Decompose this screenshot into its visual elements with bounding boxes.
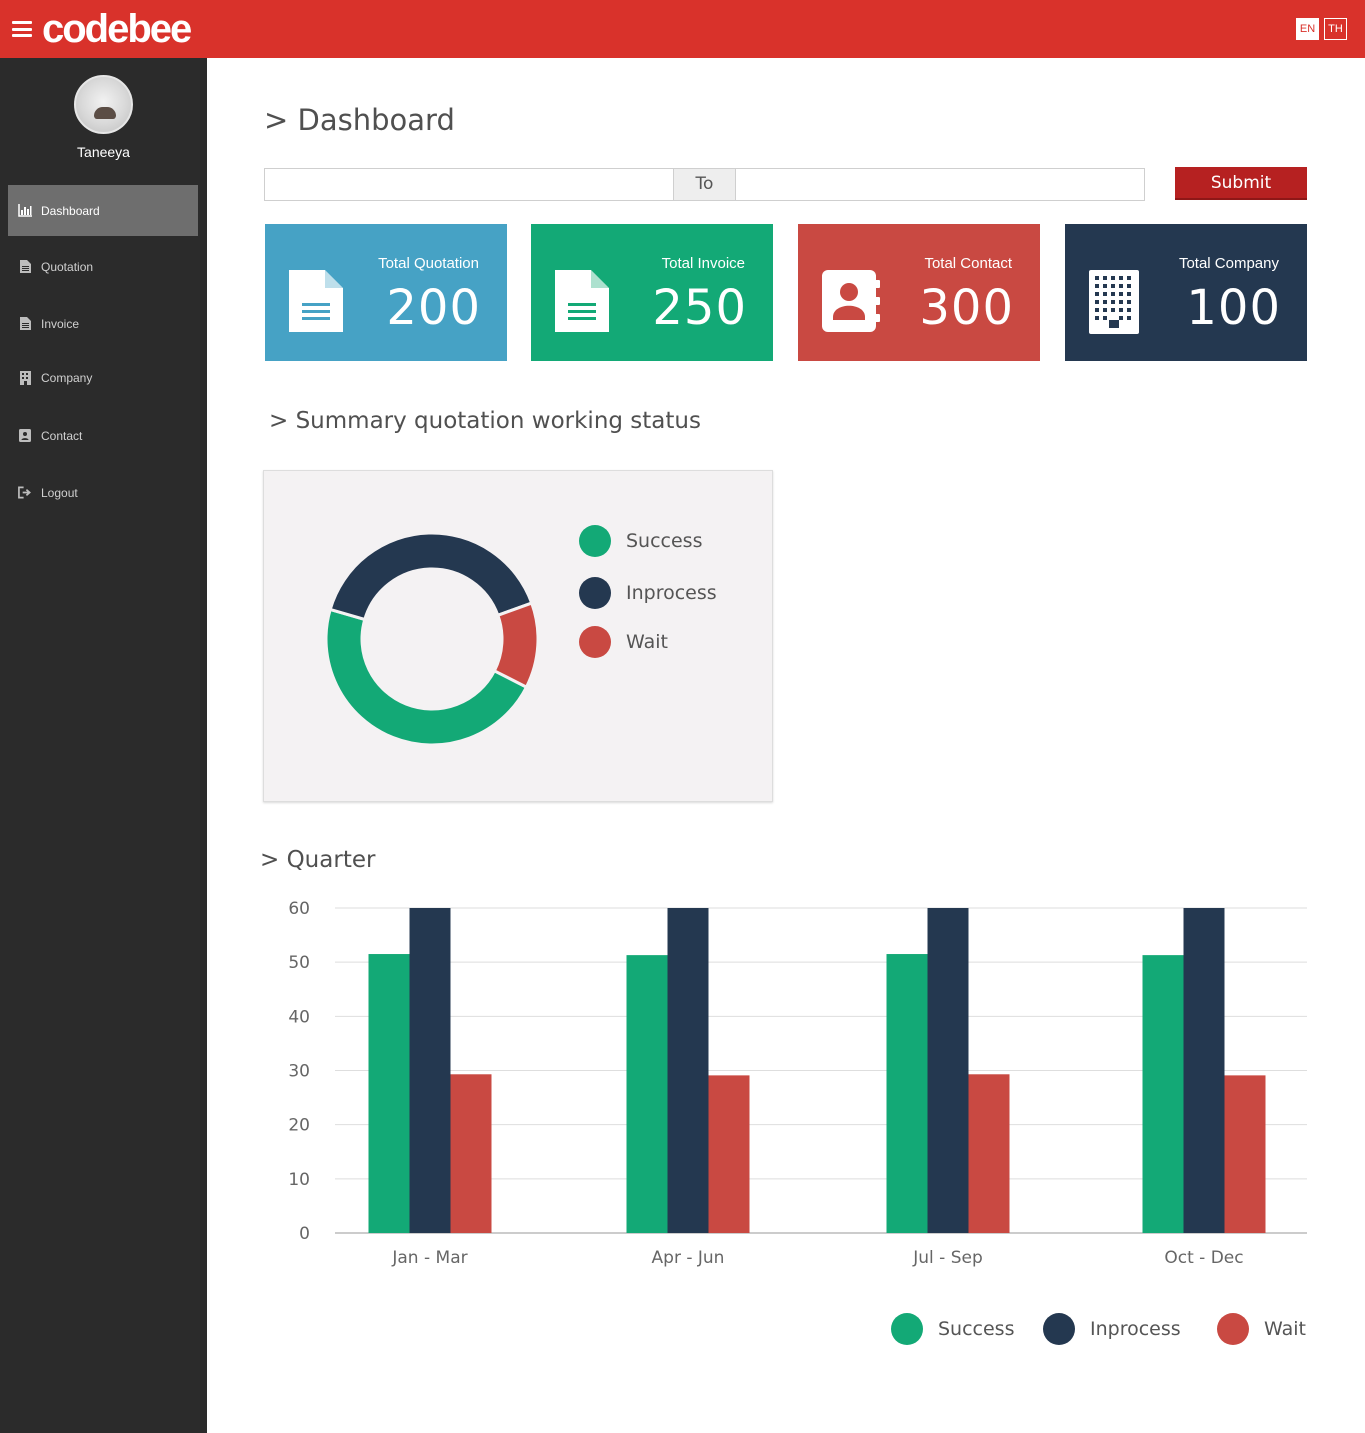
date-from-input[interactable] [264, 168, 674, 201]
document-icon [289, 270, 343, 336]
legend-inprocess: Inprocess [579, 577, 717, 609]
card-value: 200 [386, 280, 481, 336]
bar-wait[interactable] [708, 1075, 750, 1233]
bar-success[interactable] [886, 954, 928, 1233]
legend-dot [579, 626, 611, 658]
donut-slice-success[interactable] [324, 607, 529, 747]
quarter-bar-chart: 0 10 20 30 40 50 60 Jan - Mar Apr - Jun Jul - Sep… [288, 899, 1307, 1268]
bar-success[interactable] [626, 955, 668, 1233]
document-icon [18, 317, 32, 331]
to-label: To [673, 168, 736, 201]
card-title: Total Contact [924, 255, 1012, 272]
y-tick-label: 10 [288, 1170, 310, 1190]
legend-success: Success [579, 525, 702, 557]
legend-dot [579, 577, 611, 609]
sidebar-item-label: Dashboard [41, 203, 100, 218]
user-name: Taneeya [77, 144, 130, 160]
card-total-invoice[interactable]: Total Invoice 250 [531, 224, 773, 361]
bar-wait[interactable] [968, 1074, 1010, 1233]
bar-inprocess[interactable] [409, 908, 451, 1233]
hamburger-menu-icon[interactable] [12, 21, 32, 37]
y-tick-label: 60 [288, 899, 310, 919]
legend-dot [1043, 1313, 1075, 1345]
bar-wait[interactable] [1224, 1075, 1266, 1233]
legend-dot [891, 1313, 923, 1345]
legend-label: Inprocess [626, 582, 717, 604]
x-tick-label: Jan - Mar [391, 1248, 467, 1268]
top-bar: codebee EN TH [0, 0, 1365, 58]
donut-slice-wait[interactable] [492, 601, 540, 690]
legend-label: Wait [626, 631, 668, 653]
sidebar-item-label: Quotation [41, 259, 94, 274]
y-tick-label: 20 [288, 1116, 310, 1136]
submit-button[interactable]: Submit [1175, 167, 1307, 200]
avatar[interactable] [74, 75, 133, 134]
contact-book-icon [18, 429, 32, 443]
legend-label: Success [938, 1318, 1015, 1340]
sidebar-item-company[interactable]: Company [8, 352, 198, 403]
sidebar-item-contact[interactable]: Contact [8, 410, 198, 461]
document-icon [18, 260, 32, 274]
document-icon [555, 270, 609, 336]
card-value: 250 [652, 280, 747, 336]
quarter-title: > Quarter [260, 847, 376, 873]
language-en-button[interactable]: EN [1296, 18, 1319, 40]
summary-title: > Summary quotation working status [269, 408, 701, 434]
bar-inprocess[interactable] [1183, 908, 1225, 1233]
y-tick-label: 30 [288, 1062, 310, 1082]
donut-chart [324, 531, 540, 747]
card-value: 100 [1186, 280, 1281, 336]
legend-dot [1217, 1313, 1249, 1345]
card-value: 300 [919, 280, 1014, 336]
building-icon [1089, 270, 1139, 338]
card-title: Total Quotation [378, 255, 479, 272]
legend-label: Wait [1264, 1318, 1306, 1340]
logo[interactable]: codebee [42, 5, 192, 53]
x-tick-label: Jul - Sep [912, 1248, 983, 1268]
legend-wait: Wait [579, 626, 668, 658]
sidebar: Taneeya Dashboard Quotation Invoice Comp… [0, 58, 207, 1433]
donut-chart-panel: Success Inprocess Wait [263, 470, 773, 802]
date-to-input[interactable] [735, 168, 1145, 201]
y-tick-label: 50 [288, 953, 310, 973]
main-content: > Dashboard To Submit Total Quotation 20… [207, 58, 1365, 1433]
logout-icon [18, 486, 32, 500]
contact-book-icon [822, 270, 880, 336]
x-tick-label: Oct - Dec [1164, 1248, 1243, 1268]
sidebar-item-label: Logout [41, 485, 78, 500]
y-tick-label: 40 [288, 1007, 310, 1027]
language-th-button[interactable]: TH [1324, 18, 1347, 40]
donut-slice-inprocess[interactable] [328, 531, 534, 622]
card-total-quotation[interactable]: Total Quotation 200 [265, 224, 507, 361]
bar-success[interactable] [1142, 955, 1184, 1233]
sidebar-item-invoice[interactable]: Invoice [8, 298, 198, 349]
bar-success[interactable] [368, 954, 410, 1233]
card-title: Total Invoice [661, 255, 745, 272]
bar-legend-inprocess: Inprocess [1043, 1313, 1181, 1345]
sidebar-item-logout[interactable]: Logout [8, 467, 198, 518]
bar-wait[interactable] [450, 1074, 492, 1233]
y-tick-label: 0 [299, 1224, 310, 1244]
card-title: Total Company [1178, 255, 1279, 272]
building-icon [18, 370, 32, 385]
bar-legend-wait: Wait [1217, 1313, 1306, 1345]
sidebar-item-label: Invoice [41, 316, 80, 331]
card-total-contact[interactable]: Total Contact 300 [798, 224, 1040, 361]
sidebar-item-label: Contact [41, 428, 83, 443]
legend-label: Inprocess [1090, 1318, 1181, 1340]
bar-inprocess[interactable] [927, 908, 969, 1233]
sidebar-item-dashboard[interactable]: Dashboard [8, 185, 198, 236]
bar-chart-icon [18, 204, 32, 218]
bar-legend-success: Success [891, 1313, 1014, 1345]
bar-inprocess[interactable] [667, 908, 709, 1233]
sidebar-item-label: Company [41, 370, 93, 385]
x-tick-label: Apr - Jun [652, 1248, 725, 1268]
card-total-company[interactable]: Total Company 100 [1065, 224, 1307, 361]
legend-dot [579, 525, 611, 557]
legend-label: Success [626, 530, 703, 552]
page-title: > Dashboard [264, 103, 455, 137]
sidebar-item-quotation[interactable]: Quotation [8, 241, 198, 292]
